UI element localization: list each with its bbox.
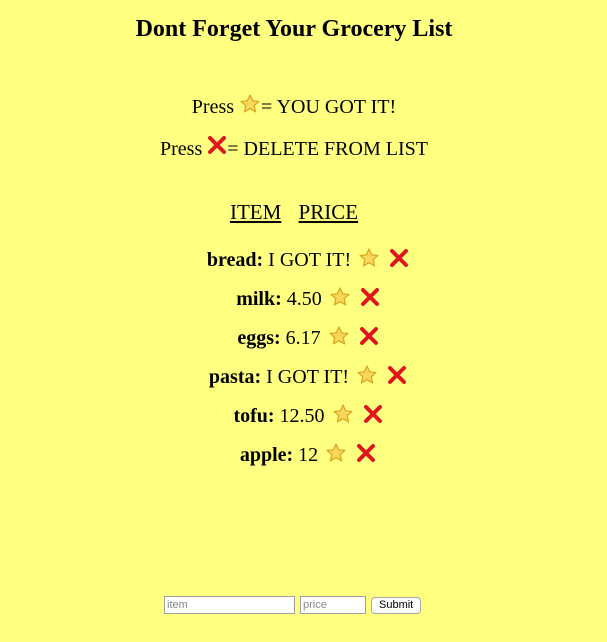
x-icon[interactable] [389, 248, 409, 268]
x-icon[interactable] [356, 443, 376, 463]
list-item: bread: I GOT IT! [0, 246, 607, 285]
instruction-prefix: Press [191, 96, 240, 118]
price-input[interactable] [300, 596, 366, 614]
page-title: Dont Forget Your Grocery List [135, 16, 453, 42]
star-icon[interactable] [325, 442, 347, 464]
list-item: eggs: 6.17 [0, 324, 607, 363]
star-icon[interactable] [358, 247, 380, 269]
list-item: milk: 4.50 [0, 285, 607, 324]
list-item: apple: 12 [0, 441, 607, 480]
star-icon[interactable] [328, 325, 350, 347]
item-value: 12 [298, 444, 319, 466]
item-name: eggs: [237, 327, 281, 349]
instructions: Press = YOU GOT IT! Press = DELETE FROM … [0, 93, 588, 177]
list-item: tofu: 12.50 [0, 402, 607, 441]
star-icon [239, 93, 261, 115]
list-headers: ITEM PRICE [0, 198, 588, 226]
add-item-form: Submit [164, 596, 422, 614]
item-name: pasta: [208, 366, 262, 388]
item-value: 6.17 [285, 327, 321, 349]
item-name: milk: [236, 288, 282, 310]
list-item: pasta: I GOT IT! [0, 363, 607, 402]
instruction-text: = YOU GOT IT! [261, 96, 397, 118]
item-name: bread: [206, 249, 264, 271]
price-header: PRICE [298, 200, 359, 224]
star-icon[interactable] [329, 286, 351, 308]
item-value: 12.50 [279, 405, 325, 427]
x-icon[interactable] [387, 365, 407, 385]
star-icon[interactable] [332, 403, 354, 425]
item-value: 4.50 [286, 288, 322, 310]
item-value: I GOT IT! [266, 366, 350, 388]
instruction-prefix: Press [160, 138, 208, 160]
item-name: apple: [239, 444, 294, 466]
instruction-text: = DELETE FROM LIST [227, 138, 428, 160]
x-icon[interactable] [360, 287, 380, 307]
item-value: I GOT IT! [268, 249, 352, 271]
instruction-star: Press = YOU GOT IT! [0, 93, 588, 135]
x-icon[interactable] [363, 404, 383, 424]
submit-button[interactable]: Submit [371, 596, 422, 614]
grocery-list: bread: I GOT IT! milk: 4.50 eggs: 6.17 p… [0, 246, 607, 480]
item-name: tofu: [233, 405, 275, 427]
instruction-delete: Press = DELETE FROM LIST [0, 135, 588, 177]
item-header: ITEM [229, 200, 282, 224]
star-icon[interactable] [356, 364, 378, 386]
item-input[interactable] [164, 596, 295, 614]
x-icon [207, 135, 227, 155]
x-icon[interactable] [359, 326, 379, 346]
